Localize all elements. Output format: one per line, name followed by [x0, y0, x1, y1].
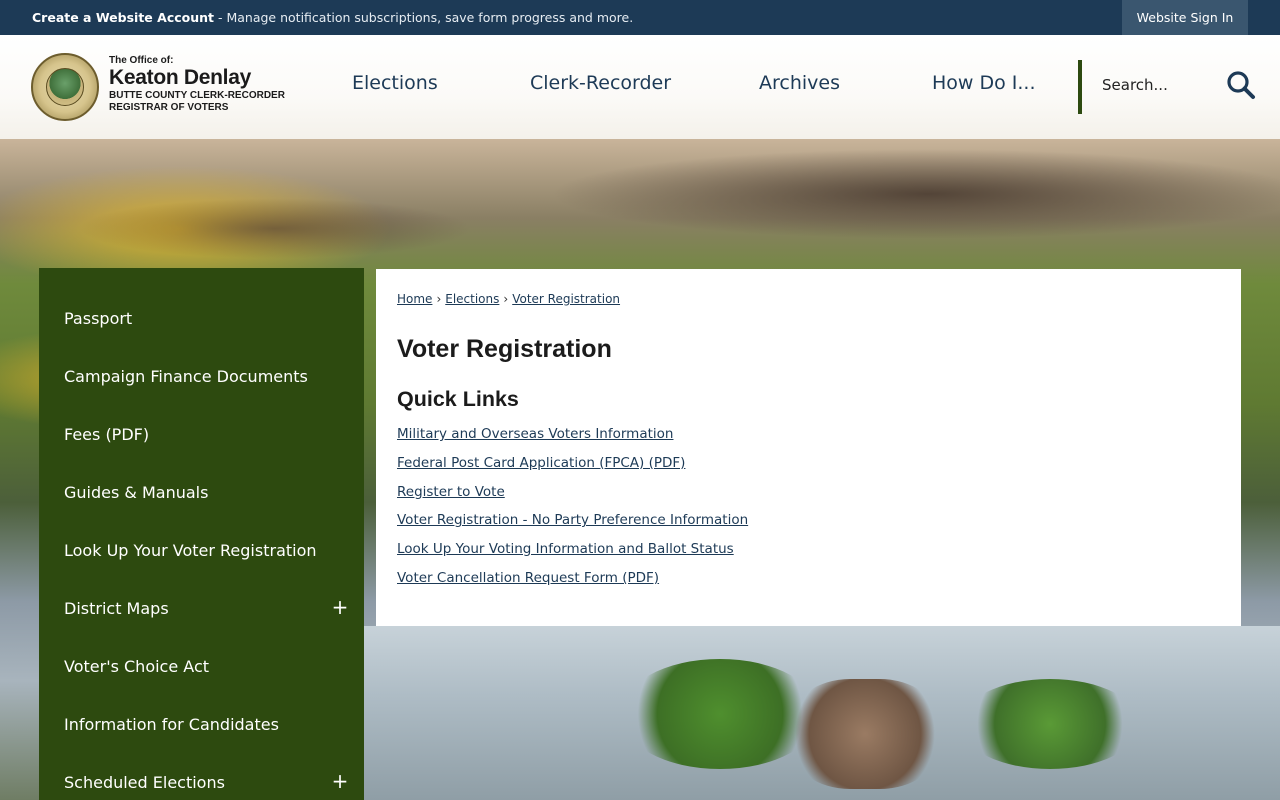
breadcrumb-home[interactable]: Home: [397, 292, 432, 306]
website-sign-in-button[interactable]: Website Sign In: [1122, 0, 1248, 35]
sidebar-item-scheduled-elections[interactable]: Scheduled Elections +: [39, 753, 364, 800]
list-item: Look Up Your Voting Information and Ball…: [397, 538, 748, 567]
sidebar-item-lookup-registration[interactable]: Look Up Your Voter Registration: [39, 521, 364, 579]
nav-elections[interactable]: Elections: [352, 72, 438, 94]
sidebar-item-label: Fees (PDF): [64, 424, 150, 444]
content-card: Home › Elections › Voter Registration Voter …: [376, 269, 1241, 626]
page-title: Voter Registration: [397, 335, 612, 363]
sidebar-item-passport[interactable]: Passport: [39, 289, 364, 347]
sidebar-item-campaign-finance[interactable]: Campaign Finance Documents: [39, 347, 364, 405]
quick-link-military-overseas[interactable]: Military and Overseas Voters Information: [397, 426, 673, 442]
breadcrumb-separator: ›: [503, 292, 509, 306]
list-item: Military and Overseas Voters Information: [397, 423, 748, 452]
quick-link-register-to-vote[interactable]: Register to Vote: [397, 484, 505, 500]
sidebar-item-voters-choice-act[interactable]: Voter's Choice Act: [39, 637, 364, 695]
search-input[interactable]: [1102, 76, 1222, 94]
sidebar-item-label: Campaign Finance Documents: [64, 366, 308, 386]
site-header: The Office of: Keaton Denlay BUTTE COUNT…: [0, 35, 1280, 139]
list-item: Voter Registration - No Party Preference…: [397, 509, 748, 538]
expand-plus-icon[interactable]: +: [330, 770, 350, 792]
sidebar-nav: Passport Campaign Finance Documents Fees…: [39, 268, 364, 800]
nav-archives[interactable]: Archives: [759, 72, 840, 94]
nav-clerk-recorder[interactable]: Clerk-Recorder: [530, 72, 671, 94]
list-item: Register to Vote: [397, 481, 748, 510]
sidebar-item-label: Scheduled Elections: [64, 772, 225, 792]
nav-how-do-i[interactable]: How Do I...: [932, 72, 1036, 94]
quick-links-list: Military and Overseas Voters Information…: [397, 423, 748, 596]
sidebar-item-candidates[interactable]: Information for Candidates: [39, 695, 364, 753]
main-nav: Elections Clerk-Recorder Archives How Do…: [0, 35, 1060, 139]
breadcrumb-elections[interactable]: Elections: [445, 292, 499, 306]
sidebar-item-label: Look Up Your Voter Registration: [64, 540, 317, 560]
sidebar-item-label: Voter's Choice Act: [64, 656, 210, 676]
breadcrumb-voter-registration[interactable]: Voter Registration: [512, 292, 620, 306]
sidebar-item-label: District Maps: [64, 598, 169, 618]
search-icon[interactable]: [1226, 70, 1256, 100]
create-account-link[interactable]: Create a Website Account: [32, 10, 214, 25]
sidebar-item-district-maps[interactable]: District Maps +: [39, 579, 364, 637]
quick-link-no-party-preference[interactable]: Voter Registration - No Party Preference…: [397, 512, 748, 528]
quick-link-cancellation-form[interactable]: Voter Cancellation Request Form (PDF): [397, 570, 659, 586]
quick-link-fpca[interactable]: Federal Post Card Application (FPCA) (PD…: [397, 455, 685, 471]
list-item: Voter Cancellation Request Form (PDF): [397, 567, 748, 596]
sidebar-item-label: Information for Candidates: [64, 714, 279, 734]
list-item: Federal Post Card Application (FPCA) (PD…: [397, 452, 748, 481]
breadcrumb: Home › Elections › Voter Registration: [397, 292, 620, 306]
expand-plus-icon[interactable]: +: [330, 596, 350, 618]
breadcrumb-separator: ›: [436, 292, 442, 306]
sidebar-item-label: Guides & Manuals: [64, 482, 209, 502]
sidebar-item-guides[interactable]: Guides & Manuals: [39, 463, 364, 521]
quick-links-heading: Quick Links: [397, 387, 519, 411]
sidebar-item-label: Passport: [64, 308, 133, 328]
quick-link-ballot-status[interactable]: Look Up Your Voting Information and Ball…: [397, 541, 734, 557]
notification-text: - Manage notification subscriptions, sav…: [217, 10, 634, 25]
notification-message: Create a Website Account - Manage notifi…: [32, 10, 633, 25]
sidebar-item-fees[interactable]: Fees (PDF): [39, 405, 364, 463]
notification-bar: Create a Website Account - Manage notifi…: [0, 0, 1280, 35]
